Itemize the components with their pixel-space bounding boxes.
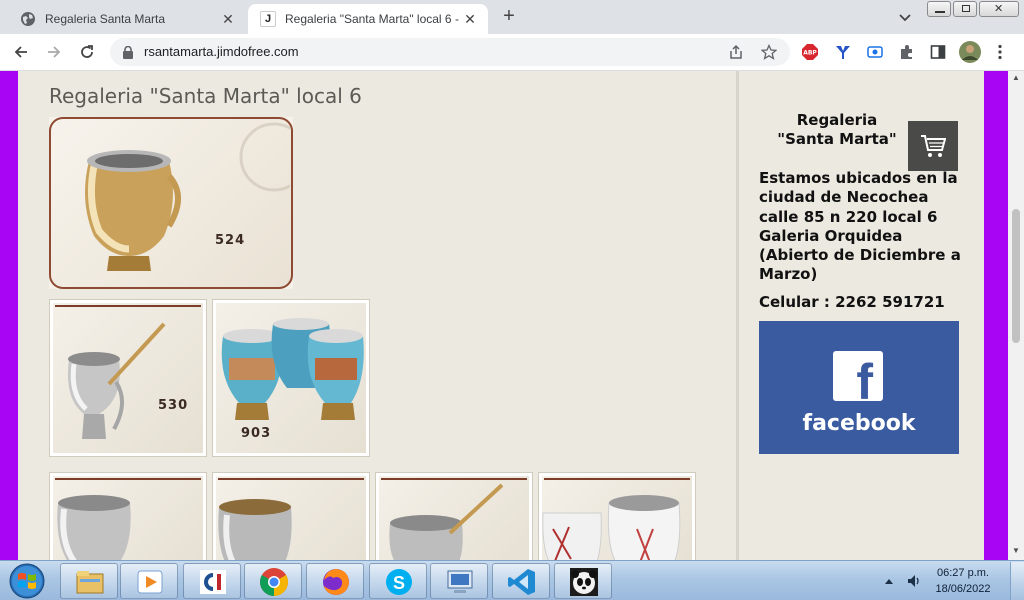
share-icon[interactable] [728, 44, 744, 60]
camera-icon[interactable] [867, 44, 883, 60]
page-title: Regaleria "Santa Marta" local 6 [49, 84, 362, 108]
product-frame-bar [544, 478, 690, 480]
avatar[interactable] [959, 41, 981, 63]
taskbar-remote-desktop[interactable] [430, 563, 488, 599]
sidepanel-icon[interactable] [930, 44, 946, 60]
product-image[interactable] [49, 472, 207, 560]
restore-button[interactable] [953, 1, 977, 17]
bookmark-star-icon[interactable] [761, 44, 777, 60]
ccleaner-icon [200, 570, 226, 594]
tray-expand-icon[interactable] [884, 577, 894, 585]
product-frame-bar [218, 478, 364, 480]
explorer-icon [76, 571, 104, 594]
tango-mates-image [542, 495, 681, 560]
scroll-down-arrow-icon[interactable]: ▼ [1012, 547, 1020, 555]
main-content: Regaleria "Santa Marta" local 6 524 530 … [18, 71, 736, 560]
shopping-cart-icon [921, 135, 946, 157]
product-code: 903 [241, 426, 272, 441]
system-clock[interactable]: 06:27 p.m. 18/06/2022 [928, 565, 998, 597]
puzzle-icon[interactable] [899, 44, 915, 60]
mate-with-bombilla-image [68, 322, 166, 439]
lock-icon[interactable] [122, 46, 134, 59]
product-code: 524 [215, 233, 246, 248]
product-frame-bar [55, 478, 201, 480]
chrome-icon [260, 568, 288, 596]
mate-cup-image [218, 499, 292, 560]
volume-icon[interactable] [906, 573, 922, 589]
taskbar-panda[interactable] [554, 563, 612, 599]
start-button[interactable] [2, 562, 52, 600]
remote-desktop-icon [447, 570, 473, 593]
tab-regaleria-santa-marta[interactable]: Regaleria Santa Marta ✕ [8, 4, 246, 34]
tab-regaleria-local-6[interactable]: J Regaleria "Santa Marta" local 6 - ✕ [248, 4, 488, 34]
painted-mates-image [221, 318, 364, 420]
sidebar-title-line: "Santa Marta" [777, 130, 897, 148]
taskbar-chrome[interactable] [244, 563, 302, 599]
new-tab-button[interactable]: + [499, 6, 519, 27]
skype-icon: S [386, 569, 412, 595]
abp-icon[interactable]: ABP [802, 44, 818, 60]
page-viewport: Regaleria "Santa Marta" local 6 524 530 … [0, 71, 1024, 560]
globe-icon [21, 12, 35, 26]
clock-date: 18/06/2022 [935, 583, 991, 595]
clock-time: 06:27 p.m. [937, 567, 989, 579]
svg-text:ABP: ABP [803, 50, 817, 57]
tab-strip: Regaleria Santa Marta ✕ J Regaleria "San… [0, 0, 1024, 34]
scrollbar[interactable]: ▲ ▼ [1008, 71, 1024, 560]
taskbar-ccleaner[interactable] [183, 563, 241, 599]
browser-toolbar: rsantamarta.jimdofree.com ABP [0, 34, 1024, 71]
mate-cup-image [57, 495, 131, 560]
cart-button[interactable] [908, 121, 958, 171]
product-image[interactable] [538, 472, 696, 560]
close-window-button[interactable]: ✕ [979, 1, 1019, 17]
product-frame-bar [381, 478, 527, 480]
media-player-icon [137, 570, 163, 594]
tab-title: Regaleria "Santa Marta" local 6 - [285, 12, 459, 26]
taskbar-explorer[interactable] [60, 563, 118, 599]
sidebar-title: Regaleria "Santa Marta" [759, 111, 915, 149]
back-arrow-icon[interactable] [12, 43, 30, 61]
product-image-903[interactable]: 903 [212, 299, 370, 457]
url-text[interactable]: rsantamarta.jimdofree.com [144, 44, 299, 59]
stamp-watermark [239, 122, 290, 192]
close-tab-icon[interactable]: ✕ [462, 11, 478, 27]
svg-text:S: S [393, 573, 405, 593]
product-code: 530 [158, 398, 189, 413]
facebook-icon: f [833, 351, 883, 410]
close-tab-icon[interactable]: ✕ [220, 11, 236, 27]
facebook-label: facebook [802, 411, 916, 436]
mate-with-bombilla-image [389, 483, 504, 560]
taskbar-skype[interactable]: S [369, 563, 427, 599]
taskbar: S 06:27 p.m. 18/06/2022 [0, 560, 1024, 600]
tab-title: Regaleria Santa Marta [45, 12, 166, 26]
firefox-icon [323, 569, 349, 595]
forward-arrow-icon[interactable] [45, 43, 63, 61]
location-text: Estamos ubicados en la ciudad de Necoche… [759, 169, 961, 284]
taskbar-media-player[interactable] [120, 563, 178, 599]
product-image[interactable] [375, 472, 533, 560]
facebook-link[interactable]: f facebook [759, 321, 959, 454]
product-frame-bar [55, 305, 201, 307]
ythumb-icon[interactable] [835, 44, 851, 60]
chevron-down-icon[interactable] [897, 9, 913, 25]
phone-number: Celular : 2262 591721 [759, 293, 945, 311]
taskbar-firefox[interactable] [306, 563, 364, 599]
product-image-524[interactable]: 524 [49, 117, 293, 289]
address-bar[interactable]: rsantamarta.jimdofree.com [110, 38, 790, 66]
sidebar-title-line: Regaleria [796, 111, 878, 129]
scroll-up-arrow-icon[interactable]: ▲ [1012, 74, 1020, 82]
jimdo-favicon-icon: J [260, 11, 276, 27]
mate-cup-image [85, 150, 181, 271]
show-desktop-button[interactable] [1010, 562, 1024, 600]
taskbar-vscode[interactable] [492, 563, 550, 599]
product-image-530[interactable]: 530 [49, 299, 207, 457]
kebab-menu-icon[interactable] [997, 44, 1003, 60]
panda-icon [570, 568, 598, 596]
product-image[interactable] [212, 472, 370, 560]
scroll-thumb[interactable] [1012, 209, 1020, 343]
reload-icon[interactable] [78, 43, 96, 61]
vscode-icon [508, 569, 535, 595]
sidebar: Regaleria "Santa Marta" Estamos ubicados… [736, 71, 984, 560]
minimize-button[interactable] [927, 1, 951, 17]
